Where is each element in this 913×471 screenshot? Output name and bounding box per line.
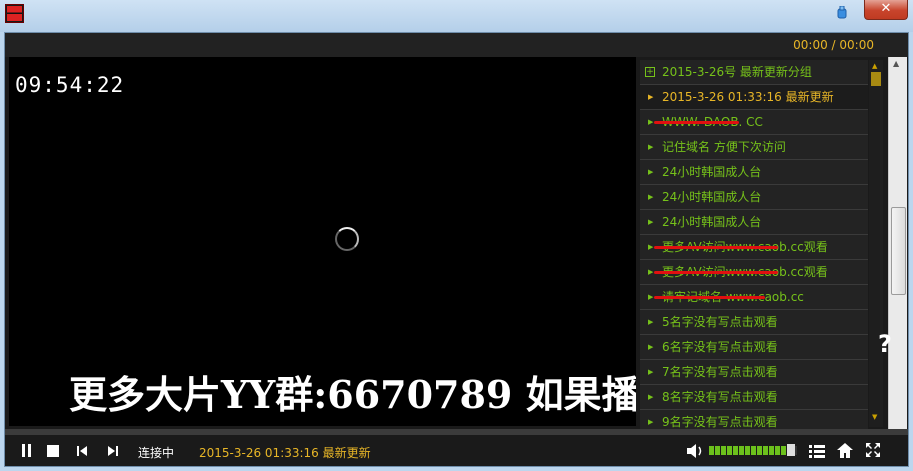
volume-slider[interactable] — [709, 446, 797, 455]
playlist-item-label: 24小时韩国成人台 — [662, 215, 762, 229]
playlist-item[interactable]: ▶WWW. DAOB. CC — [640, 110, 868, 135]
playlist-item-label: 8名字没有写点击观看 — [662, 390, 778, 404]
strike-mark — [654, 121, 739, 124]
playlist-item-label: 9名字没有写点击观看 — [662, 415, 778, 429]
prev-icon[interactable] — [77, 445, 88, 457]
fullscreen-icon[interactable] — [865, 442, 881, 458]
bullet-icon: ▶ — [648, 368, 654, 376]
window-scroll-thumb[interactable] — [891, 207, 906, 295]
playlist-item[interactable]: ▶更多AV访问www.caob.cc观看 — [640, 260, 868, 285]
bullet-icon: ▶ — [648, 93, 654, 101]
strike-mark — [654, 271, 778, 274]
playlist-item-label: 6名字没有写点击观看 — [662, 340, 778, 354]
home-icon[interactable] — [836, 442, 854, 459]
close-button[interactable]: ✕ — [864, 0, 908, 20]
strike-mark — [654, 246, 778, 249]
bullet-icon: ▶ — [648, 193, 654, 201]
playlist-item-label: 5名字没有写点击观看 — [662, 315, 778, 329]
playlist-item[interactable]: ▶ 2015-3-26 01:33:16 最新更新 — [640, 85, 868, 110]
bullet-icon: ▶ — [648, 293, 654, 301]
loading-spinner-icon — [335, 227, 359, 251]
playlist-item[interactable]: ▶ 24小时韩国成人台 — [640, 160, 868, 185]
playlist-item[interactable]: ▶ 7名字没有写点击观看 — [640, 360, 868, 385]
app-icon — [5, 4, 24, 23]
playlist-item[interactable]: ▶ 9名字没有写点击观看 — [640, 410, 868, 429]
time-readout: 00:00 / 00:00 — [793, 38, 874, 52]
bullet-icon: ▶ — [648, 418, 654, 426]
bullet-icon: ▶ — [648, 143, 654, 151]
playlist-item-label: 2015-3-26号 最新更新分组 — [662, 65, 812, 79]
next-icon[interactable] — [107, 445, 118, 457]
control-bar: 连接中 2015-3-26 01:33:16 最新更新 — [5, 435, 908, 466]
volume-icon[interactable] — [687, 444, 705, 458]
playlist-item-label: 24小时韩国成人台 — [662, 190, 762, 204]
top-bar: 00:00 / 00:00 — [5, 33, 908, 57]
scroll-up-icon[interactable]: ▲ — [872, 62, 877, 70]
scroll-down-icon[interactable]: ▼ — [872, 413, 877, 421]
player-frame: 00:00 / 00:00 09:54:22 更多大片YY群:6670789 如… — [4, 32, 909, 467]
playlist-item-label: 7名字没有写点击观看 — [662, 365, 778, 379]
playlist-group[interactable]: +2015-3-26号 最新更新分组 — [640, 60, 868, 85]
playlist-item[interactable]: ▶ 6名字没有写点击观看 — [640, 335, 868, 360]
bullet-icon: ▶ — [648, 318, 654, 326]
playlist[interactable]: +2015-3-26号 最新更新分组 ▶ 2015-3-26 01:33:16 最新… — [640, 60, 868, 429]
bullet-icon: ▶ — [648, 343, 654, 351]
bullet-icon: ▶ — [648, 268, 654, 276]
volume-fill — [709, 446, 789, 455]
strike-mark — [654, 296, 765, 299]
connection-status: 连接中 — [138, 446, 175, 460]
close-icon: ✕ — [880, 1, 892, 16]
volume-knob[interactable] — [787, 444, 795, 456]
scroll-up-arrow-icon[interactable]: ▲ — [893, 59, 899, 68]
playlist-icon[interactable] — [809, 444, 825, 458]
clock-overlay: 09:54:22 — [15, 73, 125, 97]
bullet-icon: ▶ — [648, 168, 654, 176]
bullet-icon: ▶ — [648, 218, 654, 226]
playlist-scroll-thumb[interactable] — [871, 72, 881, 86]
overlay-text: 更多大片YY群:6670789 如果播 — [69, 372, 636, 417]
pin-icon[interactable] — [836, 6, 848, 20]
playlist-item[interactable]: ▶ 8名字没有写点击观看 — [640, 385, 868, 410]
title-bar: ✕ — [0, 0, 913, 32]
bullet-icon: ▶ — [648, 393, 654, 401]
playlist-item[interactable]: ▶请牢记域名 www.caob.cc — [640, 285, 868, 310]
now-playing-title: 2015-3-26 01:33:16 最新更新 — [199, 446, 371, 460]
playlist-item[interactable]: ▶ 24小时韩国成人台 — [640, 210, 868, 235]
overlay-text-overflow: ? — [878, 330, 892, 358]
window-scrollbar[interactable]: ▲ — [888, 57, 907, 443]
playlist-scrollbar[interactable]: ▲ ▼ — [869, 60, 883, 427]
bullet-icon: ▶ — [648, 243, 654, 251]
playlist-item[interactable]: ▶ 5名字没有写点击观看 — [640, 310, 868, 335]
playlist-item-label: 记住域名 方便下次访问 — [662, 140, 786, 154]
playlist-item-label: 24小时韩国成人台 — [662, 165, 762, 179]
playlist-item[interactable]: ▶ 记住域名 方便下次访问 — [640, 135, 868, 160]
play-pause-icon[interactable] — [21, 444, 33, 458]
playlist-item[interactable]: ▶更多AV访问www.caob.cc观看 — [640, 235, 868, 260]
expand-icon: + — [645, 67, 655, 77]
bullet-icon: ▶ — [648, 118, 654, 126]
playlist-item[interactable]: ▶ 24小时韩国成人台 — [640, 185, 868, 210]
playlist-item-label: 2015-3-26 01:33:16 最新更新 — [662, 90, 834, 104]
stop-icon[interactable] — [47, 445, 60, 458]
video-area[interactable]: 09:54:22 更多大片YY群:6670789 如果播 — [9, 57, 636, 426]
